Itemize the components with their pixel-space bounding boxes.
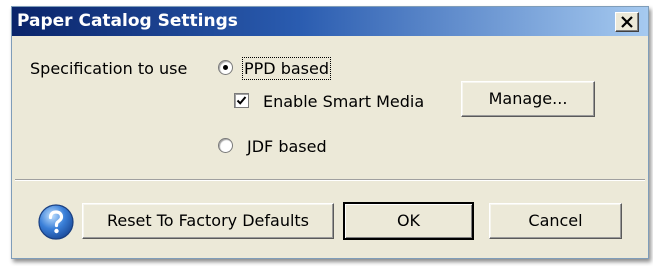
jdf-based-label[interactable]: JDF based xyxy=(247,137,327,156)
dialog-title: Paper Catalog Settings xyxy=(17,11,238,31)
question-mark-icon xyxy=(38,204,74,240)
checkmark-icon xyxy=(236,96,247,105)
help-icon[interactable] xyxy=(37,203,75,241)
close-icon xyxy=(621,16,633,28)
paper-catalog-settings-dialog: Paper Catalog Settings Specification to … xyxy=(11,6,649,259)
jdf-based-radio[interactable] xyxy=(218,138,233,153)
enable-smart-media-label[interactable]: Enable Smart Media xyxy=(263,92,424,111)
manage-button[interactable]: Manage... xyxy=(461,81,595,117)
ppd-based-radio[interactable] xyxy=(218,60,233,75)
ppd-based-label[interactable]: PPD based xyxy=(242,57,331,80)
reset-to-factory-defaults-button[interactable]: Reset To Factory Defaults xyxy=(82,203,334,239)
enable-smart-media-checkbox[interactable] xyxy=(234,93,249,108)
cancel-button[interactable]: Cancel xyxy=(489,203,622,239)
specification-label: Specification to use xyxy=(30,59,188,78)
radio-selected-dot xyxy=(223,65,228,70)
title-bar[interactable]: Paper Catalog Settings xyxy=(12,7,648,36)
footer-separator xyxy=(15,179,645,181)
ok-button[interactable]: OK xyxy=(343,202,474,240)
close-button[interactable] xyxy=(615,12,639,32)
